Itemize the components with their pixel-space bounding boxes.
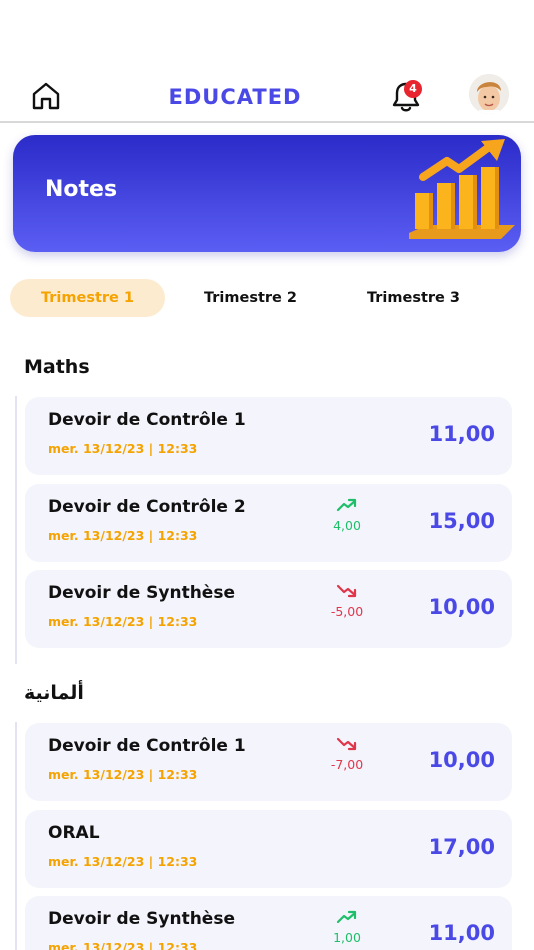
notification-badge: 4 bbox=[404, 80, 422, 98]
assessment-date: mer. 13/12/23 | 12:33 bbox=[48, 940, 198, 950]
grade-delta: -5,00 bbox=[330, 604, 364, 619]
trimester-tabs: Trimestre 1 Trimestre 2 Trimestre 3 bbox=[10, 279, 524, 317]
assessment-name: Devoir de Synthèse bbox=[48, 909, 235, 929]
header-divider bbox=[0, 121, 534, 123]
assessment-date: mer. 13/12/23 | 12:33 bbox=[48, 854, 198, 869]
grade-trend: 1,00 bbox=[325, 910, 369, 945]
assessment-name: ORAL bbox=[48, 823, 100, 843]
grade-value: 10,00 bbox=[428, 748, 495, 772]
trend-up-icon bbox=[336, 910, 357, 924]
grade-delta: 4,00 bbox=[333, 518, 361, 533]
grade-card[interactable]: Devoir de Synthèse mer. 13/12/23 | 12:33… bbox=[25, 570, 512, 648]
grade-card[interactable]: Devoir de Contrôle 1 mer. 13/12/23 | 12:… bbox=[25, 397, 512, 475]
grade-trend: -7,00 bbox=[325, 737, 369, 772]
user-avatar[interactable] bbox=[469, 74, 509, 114]
trend-down-icon bbox=[336, 584, 357, 598]
assessment-name: Devoir de Contrôle 1 bbox=[48, 736, 246, 756]
assessment-date: mer. 13/12/23 | 12:33 bbox=[48, 441, 198, 456]
subject-title-german: ألمانية bbox=[24, 682, 84, 704]
app-logo: EDUCATED bbox=[169, 85, 302, 108]
grade-delta: -7,00 bbox=[330, 757, 364, 772]
grade-value: 15,00 bbox=[428, 509, 495, 533]
growth-chart-icon bbox=[409, 139, 515, 239]
section-rail bbox=[15, 396, 17, 664]
tab-trimestre-2[interactable]: Trimestre 2 bbox=[173, 279, 328, 317]
grade-value: 17,00 bbox=[428, 835, 495, 859]
assessment-name: Devoir de Synthèse bbox=[48, 583, 235, 603]
page-title: Notes bbox=[45, 177, 118, 202]
grade-card[interactable]: Devoir de Contrôle 1 mer. 13/12/23 | 12:… bbox=[25, 723, 512, 801]
grade-card[interactable]: ORAL mer. 13/12/23 | 12:33 17,00 bbox=[25, 810, 512, 888]
tab-trimestre-1[interactable]: Trimestre 1 bbox=[10, 279, 165, 317]
assessment-date: mer. 13/12/23 | 12:33 bbox=[48, 614, 198, 629]
grade-trend: 4,00 bbox=[325, 498, 369, 533]
home-icon[interactable] bbox=[30, 80, 62, 112]
section-rail bbox=[15, 722, 17, 950]
app-logo-text: EDUCATED bbox=[169, 85, 302, 108]
assessment-date: mer. 13/12/23 | 12:33 bbox=[48, 528, 198, 543]
grade-delta: 1,00 bbox=[333, 930, 361, 945]
grade-value: 11,00 bbox=[428, 422, 495, 446]
tab-trimestre-3[interactable]: Trimestre 3 bbox=[336, 279, 491, 317]
grade-card[interactable]: Devoir de Synthèse mer. 13/12/23 | 12:33… bbox=[25, 896, 512, 950]
assessment-name: Devoir de Contrôle 2 bbox=[48, 497, 246, 517]
app-header: EDUCATED bbox=[0, 70, 534, 122]
trend-down-icon bbox=[336, 737, 357, 751]
trend-up-icon bbox=[336, 498, 357, 512]
grade-card[interactable]: Devoir de Contrôle 2 mer. 13/12/23 | 12:… bbox=[25, 484, 512, 562]
assessment-date: mer. 13/12/23 | 12:33 bbox=[48, 767, 198, 782]
grade-value: 10,00 bbox=[428, 595, 495, 619]
subject-title-maths: Maths bbox=[24, 356, 90, 378]
notes-banner: Notes bbox=[13, 135, 521, 252]
grade-value: 11,00 bbox=[428, 921, 495, 945]
grade-trend: -5,00 bbox=[325, 584, 369, 619]
assessment-name: Devoir de Contrôle 1 bbox=[48, 410, 246, 430]
